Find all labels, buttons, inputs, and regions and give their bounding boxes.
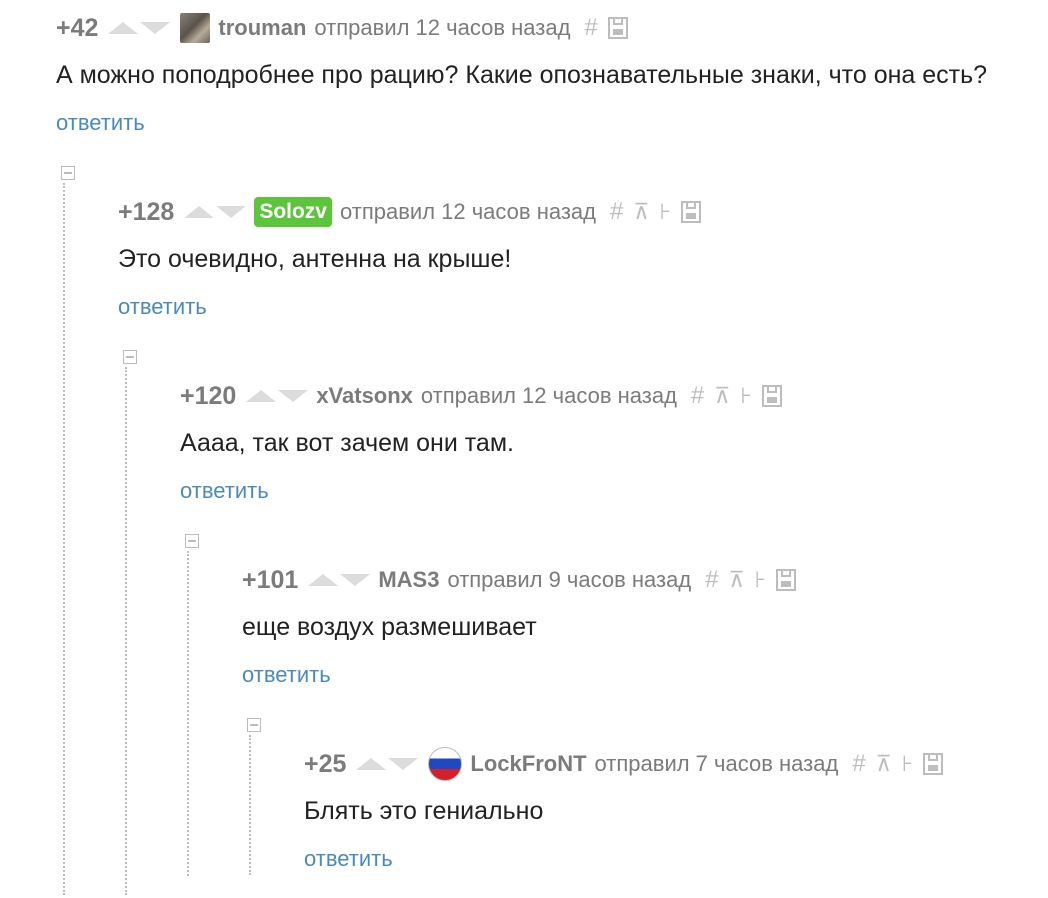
comment-text: Это очевидно, антенна на крыше!	[118, 245, 512, 273]
author-name[interactable]: MAS3	[378, 567, 439, 593]
comment-tools: # ⊼ ⊦	[852, 750, 944, 778]
save-icon[interactable]	[776, 569, 797, 591]
parent-comment-icon[interactable]: ⊼	[876, 751, 892, 777]
downvote-icon[interactable]	[140, 22, 171, 34]
vote-controls	[184, 206, 247, 218]
upvote-icon[interactable]	[108, 22, 139, 34]
comment-rating: +42	[56, 13, 99, 42]
reply-link[interactable]: ответить	[56, 110, 145, 136]
save-icon[interactable]	[923, 753, 944, 775]
thread-line	[125, 367, 127, 895]
comment-time: отправил 12 часов назад	[340, 199, 596, 224]
collapse-toggle-icon[interactable]	[185, 534, 199, 548]
comment-time: отправил 9 часов назад	[447, 567, 692, 592]
comment-rating: +128	[118, 197, 175, 226]
save-icon[interactable]	[680, 201, 701, 223]
comment: +120 xVatsonx отправил 12 часов назад # …	[180, 379, 1020, 509]
collapse-toggle-icon[interactable]	[123, 350, 137, 364]
comment: +101 MAS3 отправил 9 часов назад # ⊼ ⊦ е…	[242, 563, 1022, 693]
comment-rating: +120	[180, 381, 237, 410]
vote-controls	[356, 758, 419, 770]
author-name[interactable]: LockFroNT	[470, 751, 586, 777]
permalink-icon[interactable]: #	[584, 14, 597, 42]
comment-time: отправил 12 часов назад	[314, 15, 571, 40]
thread-branch-icon[interactable]: ⊦	[902, 751, 913, 777]
collapse-toggle-icon[interactable]	[247, 718, 261, 732]
upvote-icon[interactable]	[246, 390, 277, 402]
downvote-icon[interactable]	[388, 758, 419, 770]
permalink-icon[interactable]: #	[705, 566, 718, 594]
permalink-icon[interactable]: #	[691, 382, 704, 410]
thread-branch-icon[interactable]: ⊦	[659, 199, 670, 225]
upvote-icon[interactable]	[308, 574, 339, 586]
comment-header: +120 xVatsonx отправил 12 часов назад # …	[180, 379, 782, 413]
comment-time: отправил 12 часов назад	[420, 383, 677, 408]
avatar[interactable]	[180, 13, 211, 43]
comment: +25 LockFroNT отправил 7 часов назад # ⊼…	[304, 747, 1024, 877]
downvote-icon[interactable]	[216, 206, 247, 218]
vote-controls	[308, 574, 371, 586]
save-icon[interactable]	[607, 17, 628, 39]
comment-tools: # ⊼ ⊦	[610, 198, 701, 226]
downvote-icon[interactable]	[340, 574, 371, 586]
save-icon[interactable]	[761, 385, 782, 407]
comment-header: +101 MAS3 отправил 9 часов назад # ⊼ ⊦	[242, 563, 797, 597]
parent-comment-icon[interactable]: ⊼	[714, 383, 730, 409]
vote-controls	[246, 390, 309, 402]
upvote-icon[interactable]	[356, 758, 387, 770]
parent-comment-icon[interactable]: ⊼	[633, 199, 649, 225]
reply-link[interactable]: ответить	[118, 294, 207, 320]
comment-rating: +25	[304, 749, 347, 778]
author-name[interactable]: Solozv	[254, 197, 332, 227]
downvote-icon[interactable]	[278, 390, 309, 402]
avatar[interactable]	[428, 747, 463, 781]
comment-tools: #	[584, 14, 628, 42]
thread-line	[63, 183, 65, 895]
comment-tools: # ⊼ ⊦	[691, 382, 782, 410]
comment-time: отправил 7 часов назад	[594, 751, 839, 776]
thread-branch-icon[interactable]: ⊦	[740, 383, 751, 409]
reply-link[interactable]: ответить	[242, 662, 331, 688]
comment: +42 trouman отправил 12 часов назад # А …	[56, 11, 1046, 141]
permalink-icon[interactable]: #	[610, 198, 623, 226]
comment-rating: +101	[242, 565, 299, 594]
comment-header: +128 Solozv отправил 12 часов назад # ⊼ …	[118, 195, 701, 229]
thread-line	[187, 551, 189, 876]
parent-comment-icon[interactable]: ⊼	[729, 567, 745, 593]
comment-header: +25 LockFroNT отправил 7 часов назад # ⊼…	[304, 747, 944, 781]
vote-controls	[108, 22, 171, 34]
comment-header: +42 trouman отправил 12 часов назад #	[56, 11, 628, 45]
comment: +128 Solozv отправил 12 часов назад # ⊼ …	[118, 195, 1018, 325]
thread-line	[249, 735, 251, 875]
comment-text: А можно поподробнее про рацию? Какие опо…	[56, 61, 988, 89]
collapse-toggle-icon[interactable]	[61, 166, 75, 180]
permalink-icon[interactable]: #	[852, 750, 865, 778]
thread-branch-icon[interactable]: ⊦	[755, 567, 766, 593]
comment-text: Аааа, так вот зачем они там.	[180, 429, 514, 457]
comment-text: Блять это гениально	[304, 797, 544, 825]
upvote-icon[interactable]	[184, 206, 215, 218]
reply-link[interactable]: ответить	[304, 846, 393, 872]
author-name[interactable]: trouman	[218, 15, 306, 41]
reply-link[interactable]: ответить	[180, 478, 269, 504]
author-name[interactable]: xVatsonx	[316, 383, 413, 409]
comment-tools: # ⊼ ⊦	[705, 566, 797, 594]
comment-text: еще воздух размешивает	[242, 613, 537, 641]
